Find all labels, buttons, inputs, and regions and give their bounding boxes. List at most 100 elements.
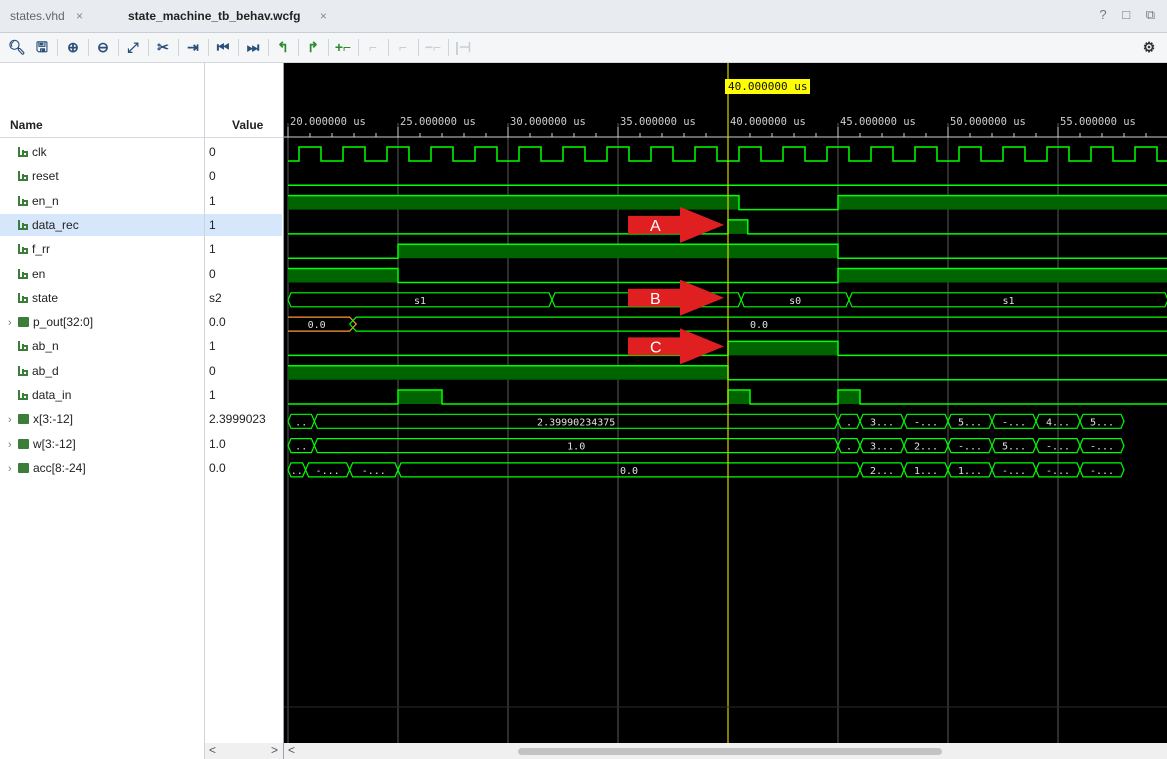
w-value-label: 5... bbox=[1002, 442, 1026, 453]
signal-name: p_out[32:0] bbox=[33, 315, 94, 330]
scroll-right-icon[interactable]: > bbox=[271, 743, 278, 757]
waveform-canvas[interactable]: 20.000000 us 25.000000 us 30.000000 us 35.0… bbox=[284, 63, 1167, 743]
x-value-label: 5... bbox=[958, 417, 982, 428]
tab-state-machine-tb-behav-wcfg[interactable]: state_machine_tb_behav.wcfg × bbox=[128, 6, 327, 26]
bit-signal-icon bbox=[18, 244, 28, 255]
x-value-label: -... bbox=[1002, 417, 1026, 428]
waveform-scrollbar[interactable]: < bbox=[284, 743, 1167, 759]
settings-icon[interactable]: ⚙ bbox=[1138, 37, 1160, 57]
expand-chevron-icon[interactable]: › bbox=[8, 409, 18, 431]
w-value-label: -... bbox=[958, 442, 982, 453]
signal-value: 0 bbox=[209, 363, 216, 378]
signal-row-en[interactable]: en bbox=[18, 263, 45, 285]
swap-icon[interactable]: ✂ bbox=[152, 37, 174, 57]
acc-value-label: -... bbox=[1046, 466, 1070, 477]
bit-signal-icon bbox=[18, 390, 28, 400]
value-column-header[interactable]: Value bbox=[232, 115, 263, 135]
x-value-label: 5... bbox=[1090, 417, 1114, 428]
search-icon[interactable]: 🔍︎ bbox=[6, 37, 28, 57]
cursor-time-label[interactable]: 40.000000 us bbox=[725, 79, 811, 94]
signal-name: state bbox=[32, 290, 59, 305]
go-to-start-icon[interactable]: ⏮ bbox=[212, 37, 234, 57]
save-icon[interactable]: 🖫 bbox=[31, 37, 53, 57]
wire-signal-icon bbox=[18, 365, 28, 376]
signal-value: 0 bbox=[209, 145, 216, 159]
zoom-fit-icon[interactable]: ⤢ bbox=[122, 37, 144, 57]
close-icon[interactable]: × bbox=[320, 9, 327, 23]
en-high-fill bbox=[838, 268, 1167, 283]
signal-row-en-n[interactable]: en_n bbox=[18, 190, 59, 212]
acc-value-label: 0.0 bbox=[620, 466, 638, 477]
signal-name: reset bbox=[32, 169, 59, 184]
w-value-label: .. bbox=[295, 442, 307, 453]
time-axis-label: 55.000000 us bbox=[1060, 116, 1136, 128]
bit-signal-icon bbox=[18, 268, 28, 279]
window-controls[interactable]: ? □ ⧉ bbox=[1099, 7, 1161, 23]
p_out-value-label: 0.0 bbox=[750, 320, 768, 331]
delete-all-markers-icon[interactable]: |⊣ bbox=[452, 37, 474, 57]
signal-row-x-3-12[interactable]: › x[3:-12] bbox=[8, 408, 73, 430]
ab_d-high-fill bbox=[398, 365, 728, 380]
scroll-left-icon[interactable]: < bbox=[209, 743, 216, 757]
data_in-high-fill bbox=[398, 390, 442, 404]
signal-row-f-rr[interactable]: f_rr bbox=[18, 238, 50, 260]
previous-transition-icon[interactable]: ↰ bbox=[272, 37, 294, 57]
acc-value-label: 2... bbox=[870, 466, 894, 477]
signal-row-acc-8-24[interactable]: › acc[8:-24] bbox=[8, 457, 86, 479]
go-to-cursor-icon[interactable]: ⇥ bbox=[182, 37, 204, 57]
scroll-left-icon[interactable]: < bbox=[288, 743, 295, 757]
time-axis-label: 30.000000 us bbox=[510, 116, 586, 128]
signal-row-ab-n[interactable]: ab_n bbox=[18, 335, 59, 357]
zoom-out-icon[interactable]: ⊖ bbox=[92, 37, 114, 57]
delete-marker-icon[interactable]: −⌐ bbox=[422, 37, 444, 57]
time-axis-label: 20.000000 us bbox=[290, 116, 366, 128]
signal-row-w-3-12[interactable]: › w[3:-12] bbox=[8, 433, 76, 455]
en_n-high-fill bbox=[838, 195, 1167, 210]
signal-row-data-rec[interactable]: data_rec bbox=[0, 213, 204, 236]
editor-tab-bar: states.vhd × state_machine_tb_behav.wcfg… bbox=[0, 0, 1167, 33]
annotation-arrow bbox=[628, 328, 724, 365]
bit-signal-icon bbox=[18, 292, 28, 303]
signal-row-data-in[interactable]: data_in bbox=[18, 384, 71, 406]
data_in-high-fill bbox=[838, 390, 860, 404]
close-icon[interactable]: × bbox=[76, 9, 83, 23]
acc-value-label: 1... bbox=[914, 466, 938, 477]
bit-signal-icon bbox=[18, 147, 28, 157]
signal-value: 1 bbox=[209, 193, 216, 208]
x-value-label: . bbox=[846, 417, 852, 428]
signal-name: ab_n bbox=[32, 339, 59, 354]
zoom-in-icon[interactable]: ⊕ bbox=[62, 37, 84, 57]
signal-row-clk[interactable]: clk bbox=[18, 141, 47, 163]
expand-chevron-icon[interactable]: › bbox=[8, 458, 18, 480]
signal-value: 2.3999023 bbox=[209, 412, 266, 427]
add-marker-icon[interactable]: +⌐ bbox=[332, 37, 354, 57]
name-panel-scrollbar[interactable]: < > bbox=[205, 743, 283, 759]
acc-value-label: -... bbox=[1090, 466, 1114, 477]
scrollbar-thumb[interactable] bbox=[518, 748, 942, 755]
expand-chevron-icon[interactable]: › bbox=[8, 434, 18, 456]
en_n-high-fill bbox=[288, 195, 739, 210]
next-marker-icon[interactable]: ⌐ bbox=[392, 37, 414, 57]
acc-value-label: .. bbox=[291, 466, 303, 477]
name-column-header[interactable]: Name bbox=[10, 115, 43, 135]
bus-signal-icon bbox=[18, 438, 29, 449]
x-value-label: .. bbox=[295, 417, 307, 428]
signal-row-p-out-32-0[interactable]: › p_out[32:0] bbox=[8, 311, 93, 333]
signal-name: f_rr bbox=[32, 242, 50, 257]
p_out-value-label: 0.0 bbox=[308, 320, 326, 331]
signal-row-state[interactable]: state bbox=[18, 287, 58, 309]
previous-marker-icon[interactable]: ⌐ bbox=[362, 37, 384, 57]
x-value-label: 3... bbox=[870, 417, 894, 428]
time-axis-label: 40.000000 us bbox=[730, 116, 806, 128]
go-to-end-icon[interactable]: ⏭ bbox=[242, 37, 264, 57]
acc-value-label: -... bbox=[1002, 466, 1026, 477]
next-transition-icon[interactable]: ↱ bbox=[302, 37, 324, 57]
signal-row-reset[interactable]: reset bbox=[18, 165, 59, 187]
signal-name: clk bbox=[32, 145, 47, 159]
signal-name: data_rec bbox=[32, 217, 79, 232]
acc-value-label: 1... bbox=[958, 466, 982, 477]
expand-chevron-icon[interactable]: › bbox=[8, 312, 18, 334]
annotation-label: B bbox=[650, 291, 661, 308]
tab-states-vhd[interactable]: states.vhd × bbox=[10, 6, 83, 26]
signal-row-ab-d[interactable]: ab_d bbox=[18, 360, 59, 382]
